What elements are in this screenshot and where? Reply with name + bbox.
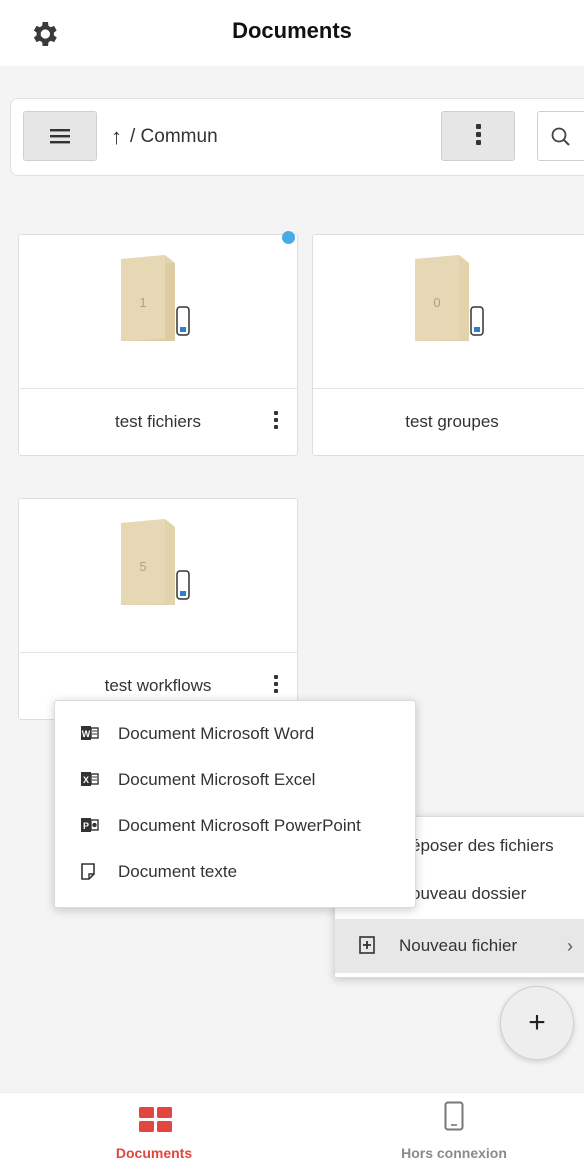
folder-count: 5 bbox=[139, 559, 146, 574]
new-excel-document-item[interactable]: X Document Microsoft Excel bbox=[55, 757, 415, 803]
tab-offline-label: Hors connexion bbox=[401, 1145, 507, 1161]
more-options-button[interactable] bbox=[441, 111, 515, 161]
chevron-right-icon: › bbox=[567, 935, 573, 956]
excel-icon: X bbox=[81, 772, 99, 786]
grid-icon bbox=[139, 1107, 172, 1132]
plus-icon: + bbox=[528, 1006, 546, 1039]
add-button[interactable]: + bbox=[500, 986, 574, 1060]
kebab-icon bbox=[475, 124, 481, 148]
folder-card-test-fichiers[interactable]: 1 test fichiers bbox=[18, 234, 298, 456]
folder-thumbnail: 0 bbox=[313, 235, 584, 389]
folder-thumbnail: 5 bbox=[19, 499, 297, 653]
phone-icon bbox=[444, 1101, 464, 1131]
notification-dot bbox=[282, 231, 295, 244]
hamburger-icon bbox=[50, 129, 70, 144]
tab-documents[interactable]: Documents bbox=[8, 1093, 300, 1167]
menu-button[interactable] bbox=[23, 111, 97, 161]
tab-offline[interactable]: Hors connexion bbox=[308, 1093, 584, 1167]
folder-name: test groupes bbox=[405, 412, 499, 431]
parent-folder-arrow-icon[interactable]: ↑ bbox=[111, 124, 122, 150]
new-file-menu-item[interactable]: Nouveau fichier › bbox=[335, 919, 584, 973]
folder-icon: 0 bbox=[415, 255, 484, 341]
new-powerpoint-document-item[interactable]: P Document Microsoft PowerPoint bbox=[55, 803, 415, 849]
powerpoint-icon: P bbox=[81, 818, 99, 832]
new-text-document-item[interactable]: Document texte bbox=[55, 849, 415, 895]
search-button[interactable] bbox=[537, 111, 584, 161]
folder-card-test-groupes[interactable]: 0 test groupes bbox=[312, 234, 584, 456]
folder-count: 0 bbox=[433, 295, 440, 310]
svg-text:X: X bbox=[83, 775, 89, 785]
folder-options-kebab-icon[interactable] bbox=[271, 411, 281, 431]
folder-icon: 1 bbox=[121, 255, 190, 341]
folder-thumbnail: 1 bbox=[19, 235, 297, 389]
word-icon: W bbox=[81, 726, 99, 740]
folder-count: 1 bbox=[139, 295, 146, 310]
new-word-document-item[interactable]: W Document Microsoft Word bbox=[55, 711, 415, 757]
svg-text:W: W bbox=[82, 729, 91, 739]
folder-card-test-workflows[interactable]: 5 test workflows bbox=[18, 498, 298, 720]
svg-text:P: P bbox=[83, 821, 89, 831]
top-bar: Documents bbox=[0, 0, 584, 66]
documents-content: ↑ / Commun 1 test fichiers 0 test groupe… bbox=[0, 66, 584, 1092]
breadcrumb-path[interactable]: / Commun bbox=[130, 126, 218, 148]
search-icon bbox=[551, 127, 570, 146]
page-title: Documents bbox=[232, 18, 352, 43]
text-document-icon bbox=[81, 863, 95, 880]
navigation-toolbar: ↑ / Commun bbox=[10, 98, 584, 176]
folder-options-kebab-icon[interactable] bbox=[271, 675, 281, 695]
breadcrumb: ↑ / Commun bbox=[111, 99, 218, 175]
new-file-icon bbox=[359, 936, 375, 954]
tab-documents-label: Documents bbox=[115, 1145, 193, 1161]
bottom-navigation: Documents Hors connexion bbox=[0, 1092, 584, 1167]
folder-name: test fichiers bbox=[115, 412, 201, 431]
folder-icon: 5 bbox=[121, 519, 190, 605]
new-file-submenu: W Document Microsoft Word X Document Mic… bbox=[54, 700, 416, 908]
